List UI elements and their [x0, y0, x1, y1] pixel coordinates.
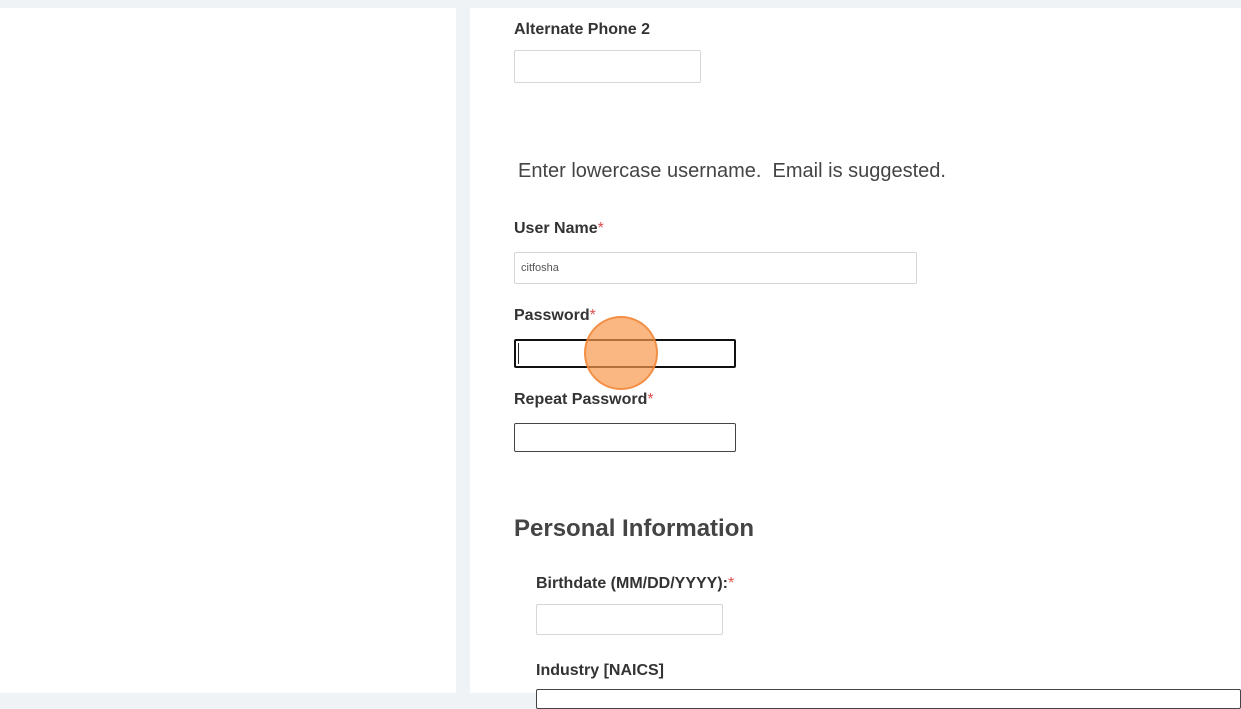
required-asterisk: *	[589, 307, 596, 324]
click-indicator	[584, 316, 658, 390]
username-instruction: Enter lowercase username. Email is sugge…	[518, 160, 946, 182]
industry-label: Industry [NAICS]	[536, 662, 664, 679]
birthdate-input[interactable]	[536, 604, 723, 635]
password-label: Password*	[514, 307, 596, 324]
left-blank-panel	[0, 8, 456, 693]
alt-phone2-input[interactable]	[514, 50, 701, 83]
repeat-password-input[interactable]	[514, 423, 736, 452]
repeat-password-label: Repeat Password*	[514, 391, 654, 408]
industry-select[interactable]	[536, 689, 1241, 709]
username-label: User Name*	[514, 220, 604, 237]
alt-phone2-label: Alternate Phone 2	[514, 21, 651, 38]
text-cursor	[518, 343, 519, 364]
required-asterisk: *	[597, 220, 604, 237]
birthdate-label: Birthdate (MM/DD/YYYY):*	[536, 575, 735, 592]
username-input[interactable]	[514, 252, 917, 284]
required-asterisk: *	[728, 575, 735, 592]
required-asterisk: *	[647, 391, 654, 408]
personal-information-heading: Personal Information	[514, 515, 755, 542]
